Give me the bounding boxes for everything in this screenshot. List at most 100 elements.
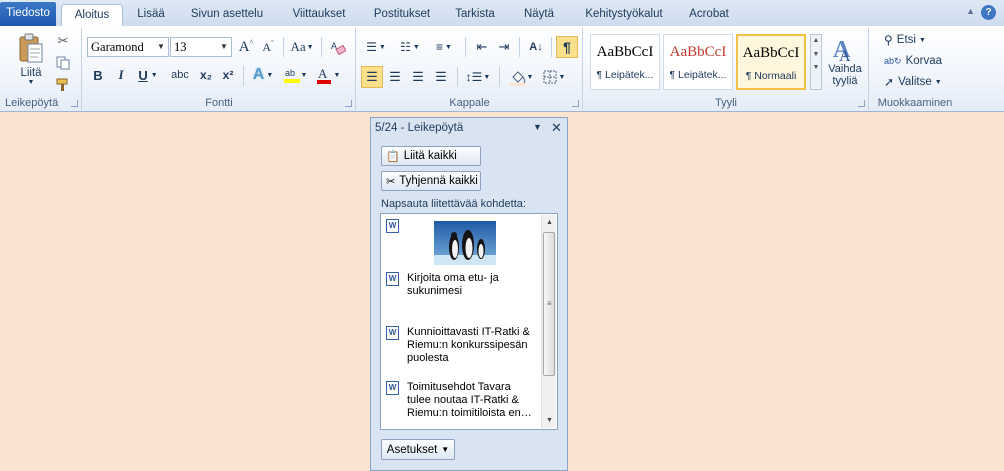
more-styles-icon[interactable]: ▼ [811,64,821,71]
pane-title: 5/24 - Leikepöytä [375,122,464,134]
paste-all-button[interactable]: 📋 Liitä kaikki [381,146,481,166]
vertical-scrollbar[interactable]: ▲ ≡ ▼ [541,215,556,428]
group-clipboard: Liitä ▼ ✂ Leikepöytä [0,28,82,110]
styles-gallery-scroll[interactable]: ▲ ▼ ▼ [810,34,822,90]
borders-button[interactable]: ▼ [539,66,569,88]
highlight-color-button[interactable]: ab ▼ [280,64,310,86]
multilevel-list-icon: ≡ [436,40,444,54]
paste-icon [19,33,43,62]
clipboard-item-text: Kirjoita oma etu- ja sukunimesi [407,272,499,297]
tab-page-layout[interactable]: Sivun asettelu [184,4,270,26]
clipboard-launcher-icon[interactable] [71,100,78,107]
font-name-combobox[interactable]: Garamond ▼ [87,37,169,57]
shrink-font-icon: Aˇ [262,39,274,54]
italic-button[interactable]: I [110,64,132,86]
change-case-button[interactable]: Aa ▼ [288,36,316,58]
tab-insert[interactable]: Lisää [130,4,172,26]
styles-launcher-icon[interactable] [858,100,865,107]
change-case-label: Aa [290,39,306,54]
tab-review[interactable]: Tarkista [449,4,501,26]
format-painter-button[interactable] [52,74,74,96]
bullets-icon: ☰ [366,40,377,54]
font-launcher-icon[interactable] [345,100,352,107]
svg-text:A: A [839,48,851,63]
highlighter-icon: ab [283,68,300,83]
replace-button[interactable]: ab↻ Korvaa [884,51,942,71]
paste-dropdown-icon[interactable]: ▼ [28,79,35,86]
shrink-font-button[interactable]: Aˇ [257,36,279,58]
clear-formatting-button[interactable]: A [327,36,349,58]
copy-button[interactable] [52,52,74,74]
decrease-indent-button[interactable]: ⇤ [471,36,493,58]
change-styles-button[interactable]: AA Vaihda tyyliä [826,30,864,92]
tab-home[interactable]: Aloitus [61,4,123,27]
numbering-button[interactable]: ☷ ▼ [395,36,425,58]
scroll-thumb[interactable]: ≡ [543,232,555,376]
multilevel-list-button[interactable]: ≡ ▼ [429,36,459,58]
clipboard-item[interactable]: W Toimitusehdot Tavara tulee noutaa IT-R… [386,381,536,425]
tab-file[interactable]: Tiedosto [0,2,56,26]
align-left-icon: ☰ [366,69,378,84]
word-document-icon: W [386,219,399,233]
close-icon[interactable]: ✕ [551,120,562,136]
paragraph-launcher-icon[interactable] [572,100,579,107]
options-button[interactable]: Asetukset ▼ [381,439,455,460]
clipboard-item[interactable]: W Kirjoita oma etu- ja sukunimesi [386,272,536,312]
paste-button[interactable]: Liitä ▼ [14,30,48,88]
scroll-up-icon[interactable]: ▲ [542,215,557,230]
align-right-button[interactable]: ☰ [407,66,429,88]
change-styles-label: Vaihda tyyliä [828,63,862,87]
style-item[interactable]: AaBbCcI ¶ Normaali [736,34,806,90]
penguins-image [434,221,496,265]
tab-acrobat[interactable]: Acrobat [684,4,734,26]
grow-font-button[interactable]: A^ [235,36,257,58]
change-styles-icon: AA [833,37,851,63]
justify-icon: ☰ [435,69,447,84]
underline-button[interactable]: U ▼ [133,64,163,86]
select-button[interactable]: ➚ Valitse ▼ [884,72,942,92]
minimize-ribbon-icon[interactable]: ▲ [966,6,975,16]
options-label: Asetukset [386,443,438,456]
find-button[interactable]: ⚲ Etsi ▼ [884,30,926,50]
replace-label: Korvaa [905,55,942,67]
group-editing: ⚲ Etsi ▼ ab↻ Korvaa ➚ Valitse ▼ Muokkaaminen [870,28,960,110]
text-effects-button[interactable]: A ▼ [248,64,278,86]
tab-view[interactable]: Näytä [517,4,561,26]
align-left-button[interactable]: ☰ [361,66,383,88]
tab-references[interactable]: Viittaukset [282,4,356,26]
style-sample: AaBbCcI [669,44,727,60]
shading-button[interactable]: ▼ [505,66,537,88]
scroll-down-icon[interactable]: ▼ [811,51,821,58]
style-item[interactable]: AaBbCcI ¶ Leipätek... [590,34,660,90]
paste-label: Liitä [20,66,42,79]
font-size-dropdown-icon[interactable]: ▼ [218,39,230,55]
bullets-button[interactable]: ☰ ▼ [361,36,391,58]
font-name-dropdown-icon[interactable]: ▼ [155,39,167,55]
bold-button[interactable]: B [87,64,109,86]
align-center-button[interactable]: ☰ [384,66,406,88]
tab-mailings[interactable]: Postitukset [367,4,437,26]
show-formatting-button[interactable]: ¶ [556,36,578,58]
style-item[interactable]: AaBbCcI ¶ Leipätek... [663,34,733,90]
tab-developer[interactable]: Kehitystyökalut [576,4,672,26]
cut-button[interactable]: ✂ [52,30,74,52]
sort-button[interactable]: A↓ [525,36,547,58]
clipboard-item[interactable]: W Kunnioittavasti IT-Ratki & Riemu:n kon… [386,326,536,370]
strikethrough-button[interactable]: abc [165,64,195,86]
clear-all-button[interactable]: ✂ Tyhjennä kaikki [381,171,481,191]
scroll-up-icon[interactable]: ▲ [811,37,821,44]
font-size-combobox[interactable]: 13 ▼ [170,37,232,57]
scroll-down-icon[interactable]: ▼ [542,413,557,428]
help-button[interactable]: ? [981,5,996,20]
text-effects-icon: A [252,66,265,83]
group-label-editing: Muokkaaminen [877,97,953,109]
subscript-button[interactable]: x₂ [195,64,217,86]
pane-menu-icon[interactable]: ▼ [533,122,542,132]
line-spacing-button[interactable]: ↕☰ ▼ [463,66,493,88]
font-color-button[interactable]: A ▼ [313,64,343,86]
justify-button[interactable]: ☰ [430,66,452,88]
group-styles: AaBbCcI ¶ Leipätek... AaBbCcI ¶ Leipätek..… [584,28,869,110]
clipboard-item[interactable]: W [386,219,536,267]
increase-indent-button[interactable]: ⇥ [493,36,515,58]
superscript-button[interactable]: x² [217,64,239,86]
